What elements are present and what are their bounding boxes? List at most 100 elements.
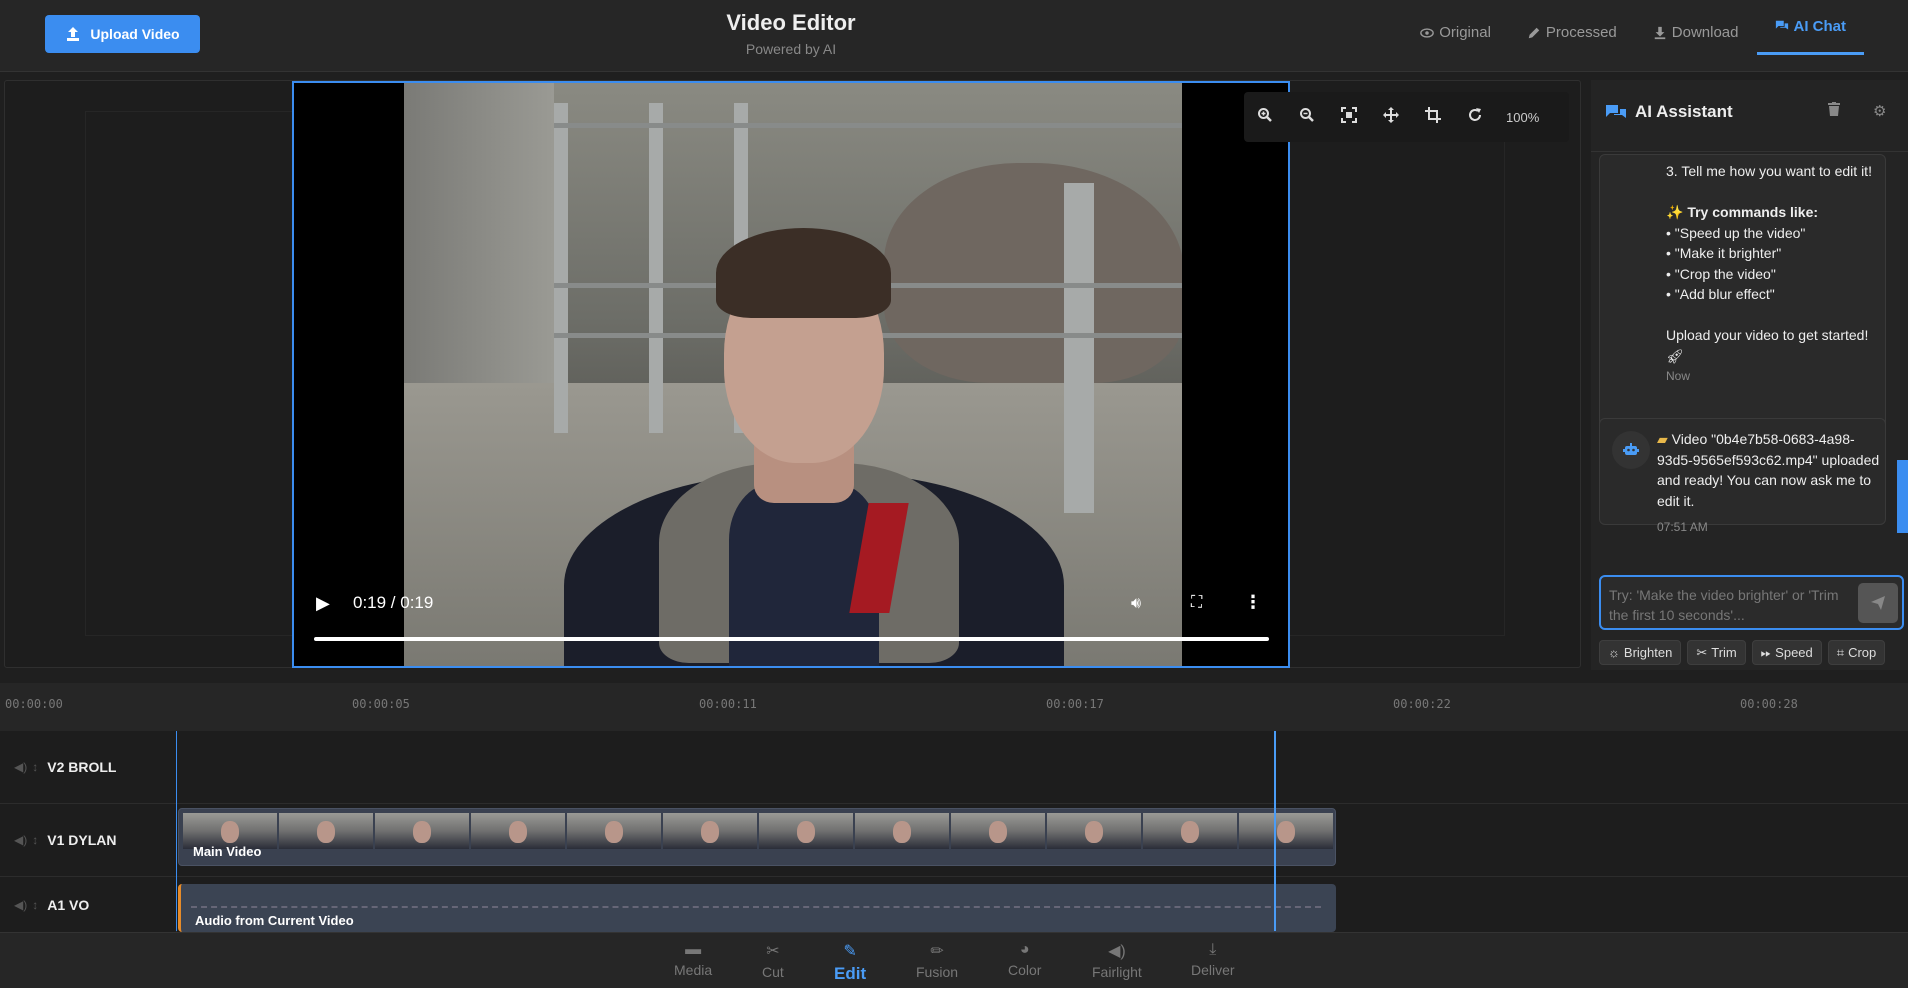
crop-icon[interactable] — [1412, 107, 1454, 127]
track-v1: ◀︎) ↕ V1 DYLAN Main Video — [0, 804, 1908, 877]
scissors-icon: ✂ — [1696, 644, 1708, 660]
nav-download[interactable]: Download — [1635, 0, 1757, 65]
ruler-tick: 00:00:22 — [1393, 697, 1451, 711]
send-icon — [1871, 596, 1885, 610]
chip-trim[interactable]: ✂ Trim — [1687, 640, 1746, 665]
try-commands-heading: ✨ Try commands like: — [1666, 204, 1819, 220]
top-nav: Original Processed Download AI Chat — [1402, 0, 1908, 72]
chat-input[interactable] — [1609, 585, 1844, 623]
ai-panel-header: AI Assistant ⚙ — [1591, 80, 1908, 152]
app-subtitle: Powered by AI — [745, 41, 837, 57]
volume-icon[interactable]: 🔊︎ — [1131, 595, 1141, 613]
pencil-icon — [1528, 27, 1540, 38]
track-header: ◀︎) ↕ V1 DYLAN — [0, 804, 177, 876]
playhead[interactable] — [1274, 731, 1276, 931]
fit-screen-icon[interactable] — [1328, 107, 1370, 127]
mute-icon[interactable]: ◀︎) — [14, 760, 27, 774]
track-name: V1 DYLAN — [47, 832, 117, 848]
nav-original-label: Original — [1439, 24, 1491, 41]
welcome-step-3: 3. Tell me how you want to edit it! — [1666, 163, 1872, 179]
drag-handle-icon[interactable]: ↕ — [32, 833, 38, 847]
video-progress-bar[interactable] — [314, 637, 1269, 641]
upload-message-text: Video "0b4e7b58-0683-4a98-93d5-9565ef593… — [1657, 431, 1880, 509]
chat-message-upload: ▰ Video "0b4e7b58-0683-4a98-93d5-9565ef5… — [1599, 418, 1886, 534]
timeline-start-marker — [176, 731, 177, 931]
eye-icon — [1420, 27, 1435, 38]
ruler-tick: 00:00:05 — [352, 697, 410, 711]
move-icon[interactable] — [1370, 107, 1412, 127]
ai-title-label: AI Assistant — [1635, 102, 1733, 121]
page-color[interactable]: ◕ Color — [1008, 941, 1041, 978]
audio-clip[interactable]: Audio from Current Video — [178, 884, 1336, 932]
rotate-icon[interactable] — [1454, 107, 1496, 127]
page-deliver[interactable]: ⤓ Deliver — [1191, 941, 1235, 978]
mute-icon[interactable]: ◀︎) — [14, 833, 27, 847]
bottom-page-nav: ▬ Media ✂ Cut ✎ Edit ✏ Fusion ◕ Color ◀︎) Fair… — [0, 932, 1908, 988]
chat-icon — [1775, 20, 1788, 30]
quick-actions: ☼ Brighten ✂ Trim ⏩︎ Speed ⌗ Crop — [1599, 640, 1886, 665]
track-name: A1 VO — [47, 896, 90, 913]
clip-label: Main Video — [193, 844, 262, 859]
more-options-icon[interactable]: ⋮ — [1244, 592, 1262, 613]
sun-icon: ☼ — [1608, 645, 1620, 660]
message-time: Now — [1666, 369, 1691, 383]
track-header: ◀︎) ↕ V2 BROLL — [0, 731, 177, 803]
ai-chat-panel: AI Assistant ⚙ 3. Tell me how you want t… — [1591, 80, 1908, 670]
zoom-out-icon[interactable] — [1286, 107, 1328, 127]
gear-icon[interactable]: ⚙ — [1873, 102, 1886, 120]
edit-icon: ✎ — [843, 943, 857, 960]
nav-download-label: Download — [1671, 24, 1739, 41]
message-time: 07:51 AM — [1657, 520, 1708, 534]
clip-label: Audio from Current Video — [195, 913, 354, 928]
track-a1: ◀︎) ↕ A1 VO Audio from Current Video — [0, 877, 1908, 932]
command-example: • "Add blur effect" — [1666, 286, 1775, 302]
app-title: Video Editor — [726, 10, 856, 35]
download-icon: ⤓ — [1209, 941, 1217, 958]
palette-icon: ◕ — [1019, 941, 1030, 958]
speaker-icon: ◀︎) — [1108, 943, 1126, 960]
drag-handle-icon[interactable]: ↕ — [32, 760, 38, 774]
chip-speed[interactable]: ⏩︎ Speed — [1751, 640, 1822, 665]
ai-panel-title: AI Assistant — [1605, 102, 1733, 122]
chip-crop[interactable]: ⌗ Crop — [1827, 640, 1886, 665]
ruler-tick: 00:00:28 — [1740, 697, 1798, 711]
download-icon — [1654, 26, 1666, 39]
page-media[interactable]: ▬ Media — [674, 941, 712, 978]
mute-icon[interactable]: ◀︎) — [14, 898, 27, 912]
play-icon[interactable]: ▶ — [316, 593, 330, 614]
video-time: 0:19 / 0:19 — [353, 593, 434, 612]
video-player[interactable]: ▶ 0:19 / 0:19 🔊︎ ⛶ ⋮ — [292, 81, 1290, 668]
command-example: • "Make it brighter" — [1666, 245, 1782, 261]
track-name: V2 BROLL — [47, 759, 117, 775]
folder-icon: ▰ — [1657, 431, 1668, 447]
timeline-ruler[interactable]: 00:00:00 00:00:05 00:00:11 00:00:17 00:0… — [0, 683, 1908, 731]
crop-icon: ⌗ — [1836, 644, 1845, 660]
drag-handle-icon[interactable]: ↕ — [32, 898, 38, 912]
command-example: • "Speed up the video" — [1666, 224, 1806, 241]
track-v2: ◀︎) ↕ V2 BROLL — [0, 731, 1908, 804]
chat-icon — [1606, 105, 1626, 118]
nav-processed[interactable]: Processed — [1509, 0, 1635, 65]
video-clip[interactable]: Main Video — [178, 808, 1336, 866]
nav-original[interactable]: Original — [1402, 0, 1509, 65]
command-example: • "Crop the video" — [1666, 265, 1776, 282]
nav-ai-chat[interactable]: AI Chat — [1756, 0, 1864, 55]
chip-brighten[interactable]: ☼ Brighten — [1599, 640, 1682, 665]
page-cut[interactable]: ✂ Cut — [762, 941, 784, 980]
chat-scrollbar[interactable] — [1897, 460, 1908, 533]
video-frame-image — [404, 83, 1182, 666]
page-fairlight[interactable]: ◀︎) Fairlight — [1092, 941, 1142, 980]
welcome-closing: Upload your video to get started! — [1666, 327, 1869, 343]
zoom-in-icon[interactable] — [1244, 107, 1286, 127]
fullscreen-icon[interactable]: ⛶ — [1191, 594, 1202, 612]
page-edit[interactable]: ✎ Edit — [834, 941, 866, 984]
nav-processed-label: Processed — [1545, 24, 1617, 41]
trash-icon[interactable] — [1828, 102, 1840, 119]
ruler-tick: 00:00:17 — [1046, 697, 1104, 711]
page-fusion[interactable]: ✏ Fusion — [916, 941, 958, 980]
send-button[interactable] — [1858, 583, 1898, 623]
rocket-icon: 🚀︎ — [1666, 347, 1684, 364]
ruler-tick: 00:00:11 — [699, 697, 757, 711]
chat-input-box — [1599, 575, 1904, 630]
scissors-icon: ✂ — [766, 943, 780, 960]
